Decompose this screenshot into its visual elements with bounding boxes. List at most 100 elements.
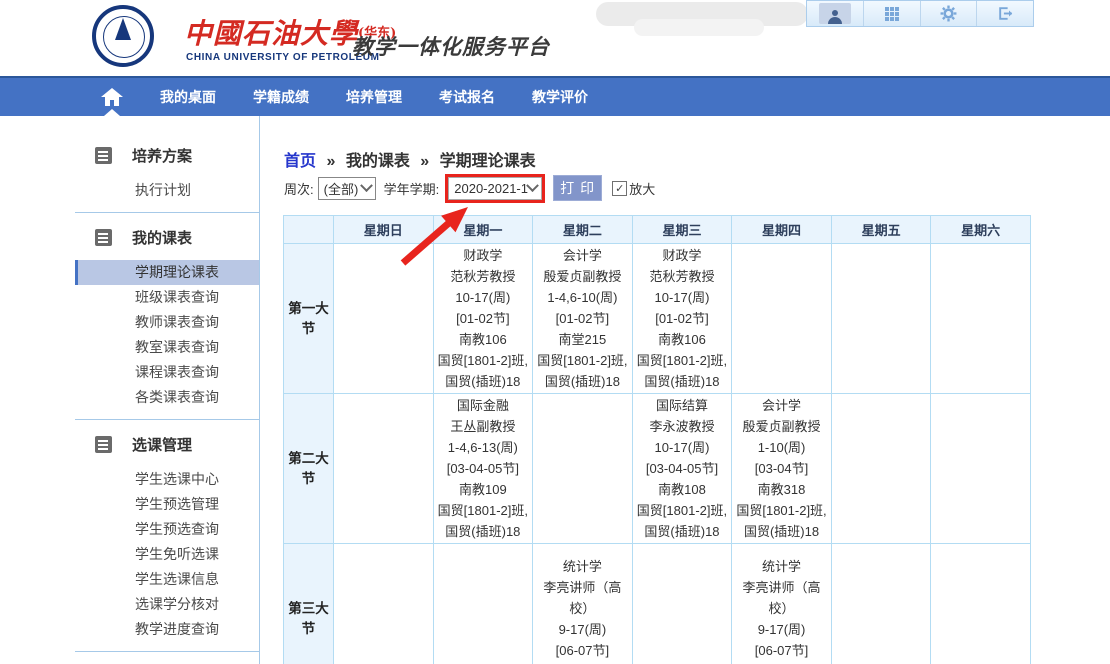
corner-cell (284, 216, 334, 244)
sidebar-item[interactable]: 教学进度查询 (75, 617, 259, 642)
term-select[interactable]: 2020-2021-1 (448, 177, 542, 200)
timetable-cell (433, 544, 533, 664)
course-line: [03-04节] (733, 458, 830, 479)
course-line: 南教118 (733, 661, 830, 664)
sidebar-item[interactable]: 学生预选管理 (75, 492, 259, 517)
timetable-cell (732, 244, 832, 394)
nav-item[interactable]: 教学评价 (532, 87, 588, 107)
university-logo (92, 5, 154, 67)
sidebar-section-title: 我的课表 (132, 227, 192, 248)
course-block: 财政学范秋芳教授10-17(周)[01-02节]南教106国贸[1801-2]班… (634, 245, 731, 392)
sidebar-item-list: 学期理论课表班级课表查询教师课表查询教室课表查询课程课表查询各类课表查询 (75, 260, 259, 410)
course-line: 国贸[1801-2]班, (733, 500, 830, 521)
breadcrumb: 首页 » 我的课表 » 学期理论课表 (284, 147, 536, 171)
main-navbar: 我的桌面 学籍成绩 培养管理 考试报名 教学评价 (0, 76, 1110, 116)
timetable-cell: 会计学殷爱贞副教授1-4,6-10(周)[01-02节]南堂215国贸[1801… (533, 244, 633, 394)
timetable-cell (931, 394, 1031, 544)
zoom-checkbox[interactable]: ✓ (612, 181, 627, 196)
course-line: 李永波教授 (634, 416, 731, 437)
breadcrumb-separator: » (420, 153, 429, 170)
zoom-checkbox-wrap[interactable]: ✓ 放大 (612, 179, 655, 198)
course-line: [03-04-05节] (634, 458, 731, 479)
filter-row: 周次: (全部) 学年学期: 2020-2021-1 打 印 ✓ 放大 (284, 172, 655, 204)
sidebar-section-divider (75, 651, 259, 652)
timetable-cell (334, 544, 434, 664)
sidebar-item[interactable]: 学生选课中心 (75, 467, 259, 492)
week-select[interactable]: (全部) (318, 177, 376, 200)
settings-gear-icon[interactable] (920, 1, 977, 26)
course-line: 范秋芳教授 (435, 266, 532, 287)
course-line: 南堂215 (534, 329, 631, 350)
sidebar-item-list: 执行计划 (75, 178, 259, 203)
course-line: 南教106 (634, 329, 731, 350)
breadcrumb-separator: » (326, 153, 335, 170)
sidebar-item[interactable]: 各类课表查询 (75, 385, 259, 410)
course-line: 1-4,6-10(周) (534, 287, 631, 308)
course-line: 财政学 (435, 245, 532, 266)
timetable-cell (831, 394, 931, 544)
sidebar-item[interactable]: 教师课表查询 (75, 310, 259, 335)
course-block: 统计学李亮讲师（高校）9-17(周)[06-07节]南教118 (733, 556, 830, 664)
timetable-cell: 国际金融王丛副教授1-4,6-13(周)[03-04-05节]南教109国贸[1… (433, 394, 533, 544)
header-bar: 中國石油大學(华东) CHINA UNIVERSITY OF PETROLEUM… (0, 0, 1110, 76)
timetable-cell (334, 244, 434, 394)
print-button[interactable]: 打 印 (553, 175, 602, 201)
sidebar-section-divider (75, 419, 259, 420)
university-name-en: CHINA UNIVERSITY OF PETROLEUM (186, 52, 380, 63)
period-label: 第二大节 (284, 394, 334, 544)
course-line: 国际结算 (634, 395, 731, 416)
course-line: 10-17(周) (435, 287, 532, 308)
sidebar-section-header: 我的课表 (75, 222, 259, 252)
apps-grid-icon[interactable] (863, 1, 920, 26)
sidebar: 培养方案执行计划我的课表学期理论课表班级课表查询教师课表查询教室课表查询课程课表… (75, 116, 260, 664)
course-block: 会计学殷爱贞副教授1-10(周)[03-04节]南教318国贸[1801-2]班… (733, 395, 830, 542)
sidebar-item[interactable]: 学生选课信息 (75, 567, 259, 592)
sidebar-section-title: 选课管理 (132, 434, 192, 455)
sidebar-item[interactable]: 课程课表查询 (75, 360, 259, 385)
platform-title: 教学一体化服务平台 (352, 31, 550, 61)
sidebar-item[interactable]: 执行计划 (75, 178, 259, 203)
notes-icon (95, 436, 112, 453)
sidebar-item[interactable]: 教室课表查询 (75, 335, 259, 360)
sidebar-item[interactable]: 学生免听选课 (75, 542, 259, 567)
breadcrumb-home-link[interactable]: 首页 (284, 153, 316, 170)
logout-icon[interactable] (976, 1, 1033, 26)
timetable-cell (632, 544, 732, 664)
nav-item[interactable]: 培养管理 (346, 87, 402, 107)
header-icon-toolbar (806, 0, 1034, 27)
nav-item[interactable]: 学籍成绩 (253, 87, 309, 107)
timetable-cell: 统计学李亮讲师（高校）9-17(周)[06-07节]南教118 (732, 544, 832, 664)
course-block: 国际金融王丛副教授1-4,6-13(周)[03-04-05节]南教109国贸[1… (435, 395, 532, 542)
sidebar-item[interactable]: 选课学分核对 (75, 592, 259, 617)
timetable-cell (533, 394, 633, 544)
course-line: 李亮讲师（高 (534, 577, 631, 598)
course-line: [01-02节] (634, 308, 731, 329)
timetable-cell: 财政学范秋芳教授10-17(周)[01-02节]南教106国贸[1801-2]班… (433, 244, 533, 394)
sidebar-item[interactable]: 学生预选查询 (75, 517, 259, 542)
sidebar-section-title: 培养方案 (132, 145, 192, 166)
notes-icon (95, 229, 112, 246)
timetable-cell: 财政学范秋芳教授10-17(周)[01-02节]南教106国贸[1801-2]班… (632, 244, 732, 394)
nav-item[interactable]: 考试报名 (439, 87, 495, 107)
course-line: 国贸(插班)18 (534, 371, 631, 392)
timetable-cell (831, 244, 931, 394)
course-line: 李亮讲师（高 (733, 577, 830, 598)
breadcrumb-item-current: 学期理论课表 (440, 153, 536, 170)
course-line: 9-17(周) (534, 619, 631, 640)
sidebar-item[interactable]: 班级课表查询 (75, 285, 259, 310)
course-line: [01-02节] (435, 308, 532, 329)
course-line: 殷爱贞副教授 (534, 266, 631, 287)
sidebar-item-active[interactable]: 学期理论课表 (75, 260, 259, 285)
home-icon[interactable] (100, 87, 124, 107)
course-line: 1-10(周) (733, 437, 830, 458)
nav-item[interactable]: 我的桌面 (160, 87, 216, 107)
course-line: [01-02节] (534, 308, 631, 329)
timetable-cell (334, 394, 434, 544)
timetable-cell: 国际结算李永波教授10-17(周)[03-04-05节]南教108国贸[1801… (632, 394, 732, 544)
user-icon[interactable] (807, 1, 863, 26)
sidebar-section-header: 培养方案 (75, 140, 259, 170)
course-line: 1-4,6-13(周) (435, 437, 532, 458)
term-filter-label: 学年学期: (384, 179, 440, 198)
course-line: 南教109 (435, 479, 532, 500)
course-line: 会计学 (534, 245, 631, 266)
